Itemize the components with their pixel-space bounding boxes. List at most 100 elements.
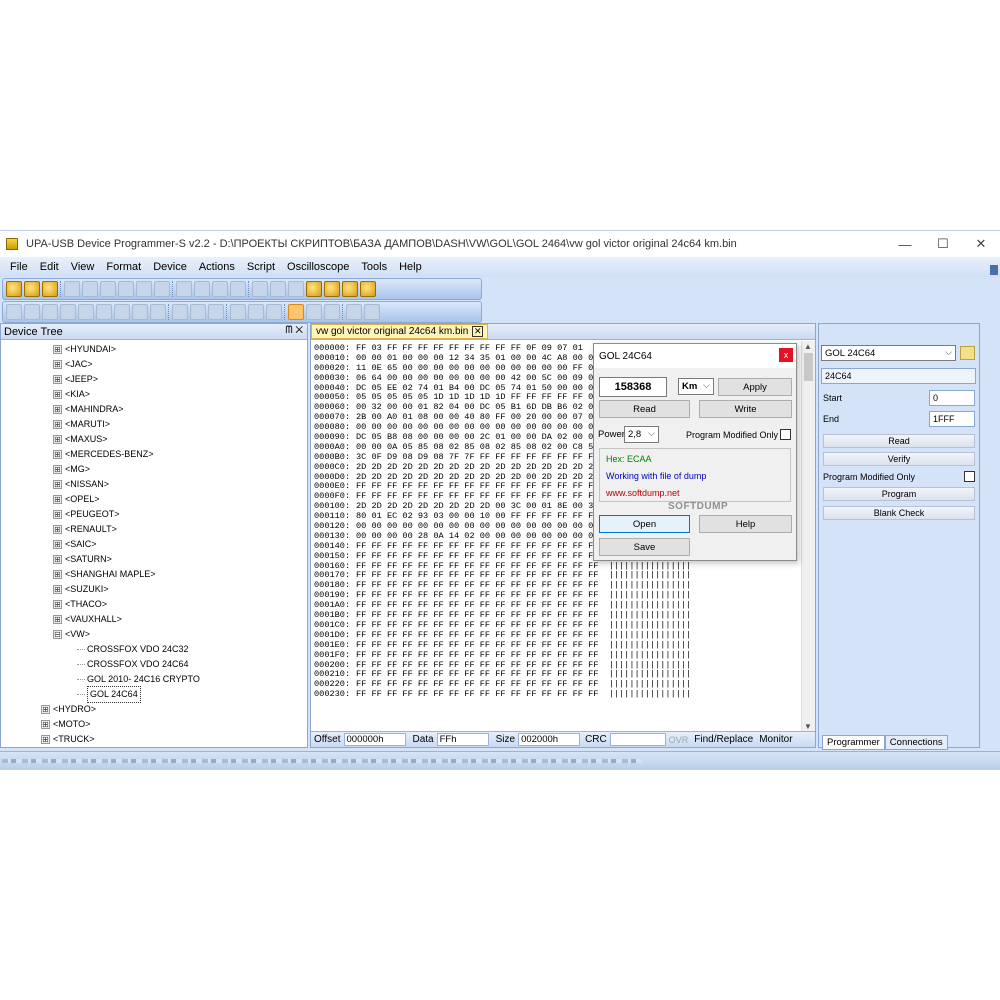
menu-help[interactable]: Help bbox=[393, 261, 428, 273]
end-field[interactable]: 1FFF bbox=[929, 411, 975, 427]
tree-node[interactable]: ⊞ <SHANGHAI MAPLE> bbox=[1, 567, 307, 582]
tab-programmer[interactable]: Programmer bbox=[822, 735, 885, 750]
tree-node[interactable]: ⊞ <HYUNDAI> bbox=[1, 342, 307, 357]
first-icon[interactable] bbox=[60, 304, 76, 320]
tree-node[interactable]: ⊞ <MARUTI> bbox=[1, 417, 307, 432]
expand-icon[interactable]: ⊞ bbox=[41, 720, 50, 729]
tree-node[interactable]: ⊞ <OPEL> bbox=[1, 492, 307, 507]
expand-icon[interactable]: ⊞ bbox=[53, 435, 62, 444]
expand-icon[interactable]: ⊞ bbox=[53, 555, 62, 564]
km-input[interactable]: 158368 bbox=[599, 377, 667, 397]
bug-icon[interactable] bbox=[342, 281, 358, 297]
pointer-icon[interactable] bbox=[288, 304, 304, 320]
close-tab-icon[interactable]: ✕ bbox=[472, 326, 484, 337]
blank-check-button[interactable]: Blank Check bbox=[823, 506, 975, 520]
read-button[interactable]: Read bbox=[823, 434, 975, 448]
tree-node[interactable]: ⊞ <KIA> bbox=[1, 387, 307, 402]
data-field[interactable]: FFh bbox=[436, 733, 489, 746]
device-settings-icon[interactable] bbox=[960, 346, 975, 360]
layout-icon[interactable] bbox=[172, 304, 188, 320]
tree-node[interactable]: CROSSFOX VDO 24C64 bbox=[1, 657, 307, 672]
menu-format[interactable]: Format bbox=[100, 261, 147, 273]
delete-icon[interactable] bbox=[154, 281, 170, 297]
apply-button[interactable]: Apply bbox=[718, 378, 792, 396]
write-chip-icon[interactable] bbox=[288, 281, 304, 297]
expand-icon[interactable]: ⊞ bbox=[53, 540, 62, 549]
expand-icon[interactable]: ⊞ bbox=[53, 360, 62, 369]
offset-field[interactable]: 000000h bbox=[343, 733, 406, 746]
tree-node[interactable]: ⊞ <RENAULT> bbox=[1, 522, 307, 537]
tree-node[interactable]: ⊞ <VAUXHALL> bbox=[1, 612, 307, 627]
copy-icon[interactable] bbox=[118, 281, 134, 297]
maximize-button[interactable]: ☐ bbox=[924, 231, 962, 257]
expand-icon[interactable]: ⊞ bbox=[53, 570, 62, 579]
tree-node[interactable]: ⊞ <MAHINDRA> bbox=[1, 402, 307, 417]
expand-icon[interactable]: ⊞ bbox=[53, 390, 62, 399]
menu-oscilloscope[interactable]: Oscilloscope bbox=[281, 261, 355, 273]
menu-file[interactable]: File bbox=[4, 261, 34, 273]
start-field[interactable]: 0 bbox=[929, 390, 975, 406]
program-button[interactable]: Program bbox=[823, 487, 975, 501]
save-file-icon[interactable] bbox=[42, 281, 58, 297]
tree-node[interactable]: ⊞ <JEEP> bbox=[1, 372, 307, 387]
program-modified-only-checkbox[interactable] bbox=[964, 471, 975, 482]
move-icon[interactable] bbox=[24, 304, 40, 320]
expand-icon[interactable]: ⊞ bbox=[53, 405, 62, 414]
paste-icon[interactable] bbox=[136, 281, 152, 297]
dialog-open-button[interactable]: Open bbox=[599, 515, 690, 533]
settings-icon[interactable] bbox=[324, 281, 340, 297]
tree-node[interactable]: ⊞ <PEUGEOT> bbox=[1, 507, 307, 522]
dialog-write-button[interactable]: Write bbox=[699, 400, 792, 418]
tree-node[interactable]: ⊞<ECU> bbox=[1, 747, 307, 748]
list-icon[interactable] bbox=[230, 304, 246, 320]
table-icon[interactable] bbox=[266, 304, 282, 320]
tree-node[interactable]: ⊟ <VW> bbox=[1, 627, 307, 642]
play-icon[interactable] bbox=[346, 304, 362, 320]
tree-node[interactable]: ⊞ <HYDRO> bbox=[1, 702, 307, 717]
expand-icon[interactable]: ⊞ bbox=[53, 480, 62, 489]
zoom-icon[interactable] bbox=[306, 304, 322, 320]
tab-connections[interactable]: Connections bbox=[884, 735, 948, 750]
hex-bytes[interactable]: FF FF FF FF FF FF FF FF FF FF FF FF FF F… bbox=[356, 689, 691, 700]
minimize-button[interactable]: — bbox=[886, 231, 924, 257]
menu-actions[interactable]: Actions bbox=[193, 261, 241, 273]
verify-button[interactable]: Verify bbox=[823, 452, 975, 466]
close-doc-icon[interactable] bbox=[42, 304, 58, 320]
undo-icon[interactable] bbox=[64, 281, 80, 297]
menu-view[interactable]: View bbox=[65, 261, 101, 273]
refresh-icon[interactable] bbox=[132, 304, 148, 320]
scroll-thumb[interactable] bbox=[804, 353, 813, 381]
hex-row[interactable]: 000230: FF FF FF FF FF FF FF FF FF FF FF … bbox=[314, 689, 801, 700]
prev-icon[interactable] bbox=[78, 304, 94, 320]
expand-icon[interactable]: ⊞ bbox=[53, 525, 62, 534]
document-tab[interactable]: vw gol victor original 24c64 km.bin ✕ bbox=[311, 324, 489, 339]
tree-node[interactable]: ⊞ <MOTO> bbox=[1, 717, 307, 732]
collapse-icon[interactable]: ⊟ bbox=[53, 630, 62, 639]
rows-icon[interactable] bbox=[208, 304, 224, 320]
dialog-close-button[interactable]: x bbox=[779, 348, 793, 362]
replace-icon[interactable] bbox=[194, 281, 210, 297]
expand-icon[interactable]: ⊞ bbox=[53, 450, 62, 459]
toolbar-overflow-icon[interactable] bbox=[990, 265, 998, 275]
expand-icon[interactable]: ⊞ bbox=[53, 600, 62, 609]
tree-node[interactable]: ⊞ <SAIC> bbox=[1, 537, 307, 552]
unit-select[interactable]: Km ⌵ bbox=[678, 378, 714, 395]
tree-node[interactable]: ⊞ <MG> bbox=[1, 462, 307, 477]
connect-icon[interactable] bbox=[306, 281, 322, 297]
expand-icon[interactable]: ⊞ bbox=[53, 375, 62, 384]
close-button[interactable]: ✕ bbox=[962, 231, 1000, 257]
hand-icon[interactable] bbox=[324, 304, 340, 320]
goto-icon[interactable] bbox=[212, 281, 228, 297]
menu-device[interactable]: Device bbox=[147, 261, 193, 273]
columns-icon[interactable] bbox=[190, 304, 206, 320]
power-select[interactable]: 2,8 ⌵ bbox=[624, 426, 659, 443]
tree-node[interactable]: ⊞ <THACO> bbox=[1, 597, 307, 612]
dialog-save-button[interactable]: Save bbox=[599, 538, 690, 556]
stop-script-icon[interactable] bbox=[364, 304, 380, 320]
device-tree-controls[interactable]: ᗰ ✕ bbox=[285, 325, 303, 336]
tree-node[interactable]: ⊞ <JAC> bbox=[1, 357, 307, 372]
tree-node[interactable]: GOL 24C64 bbox=[1, 686, 307, 703]
program-modified-checkbox[interactable] bbox=[780, 429, 791, 440]
stop-icon[interactable] bbox=[150, 304, 166, 320]
dialog-read-button[interactable]: Read bbox=[599, 400, 690, 418]
